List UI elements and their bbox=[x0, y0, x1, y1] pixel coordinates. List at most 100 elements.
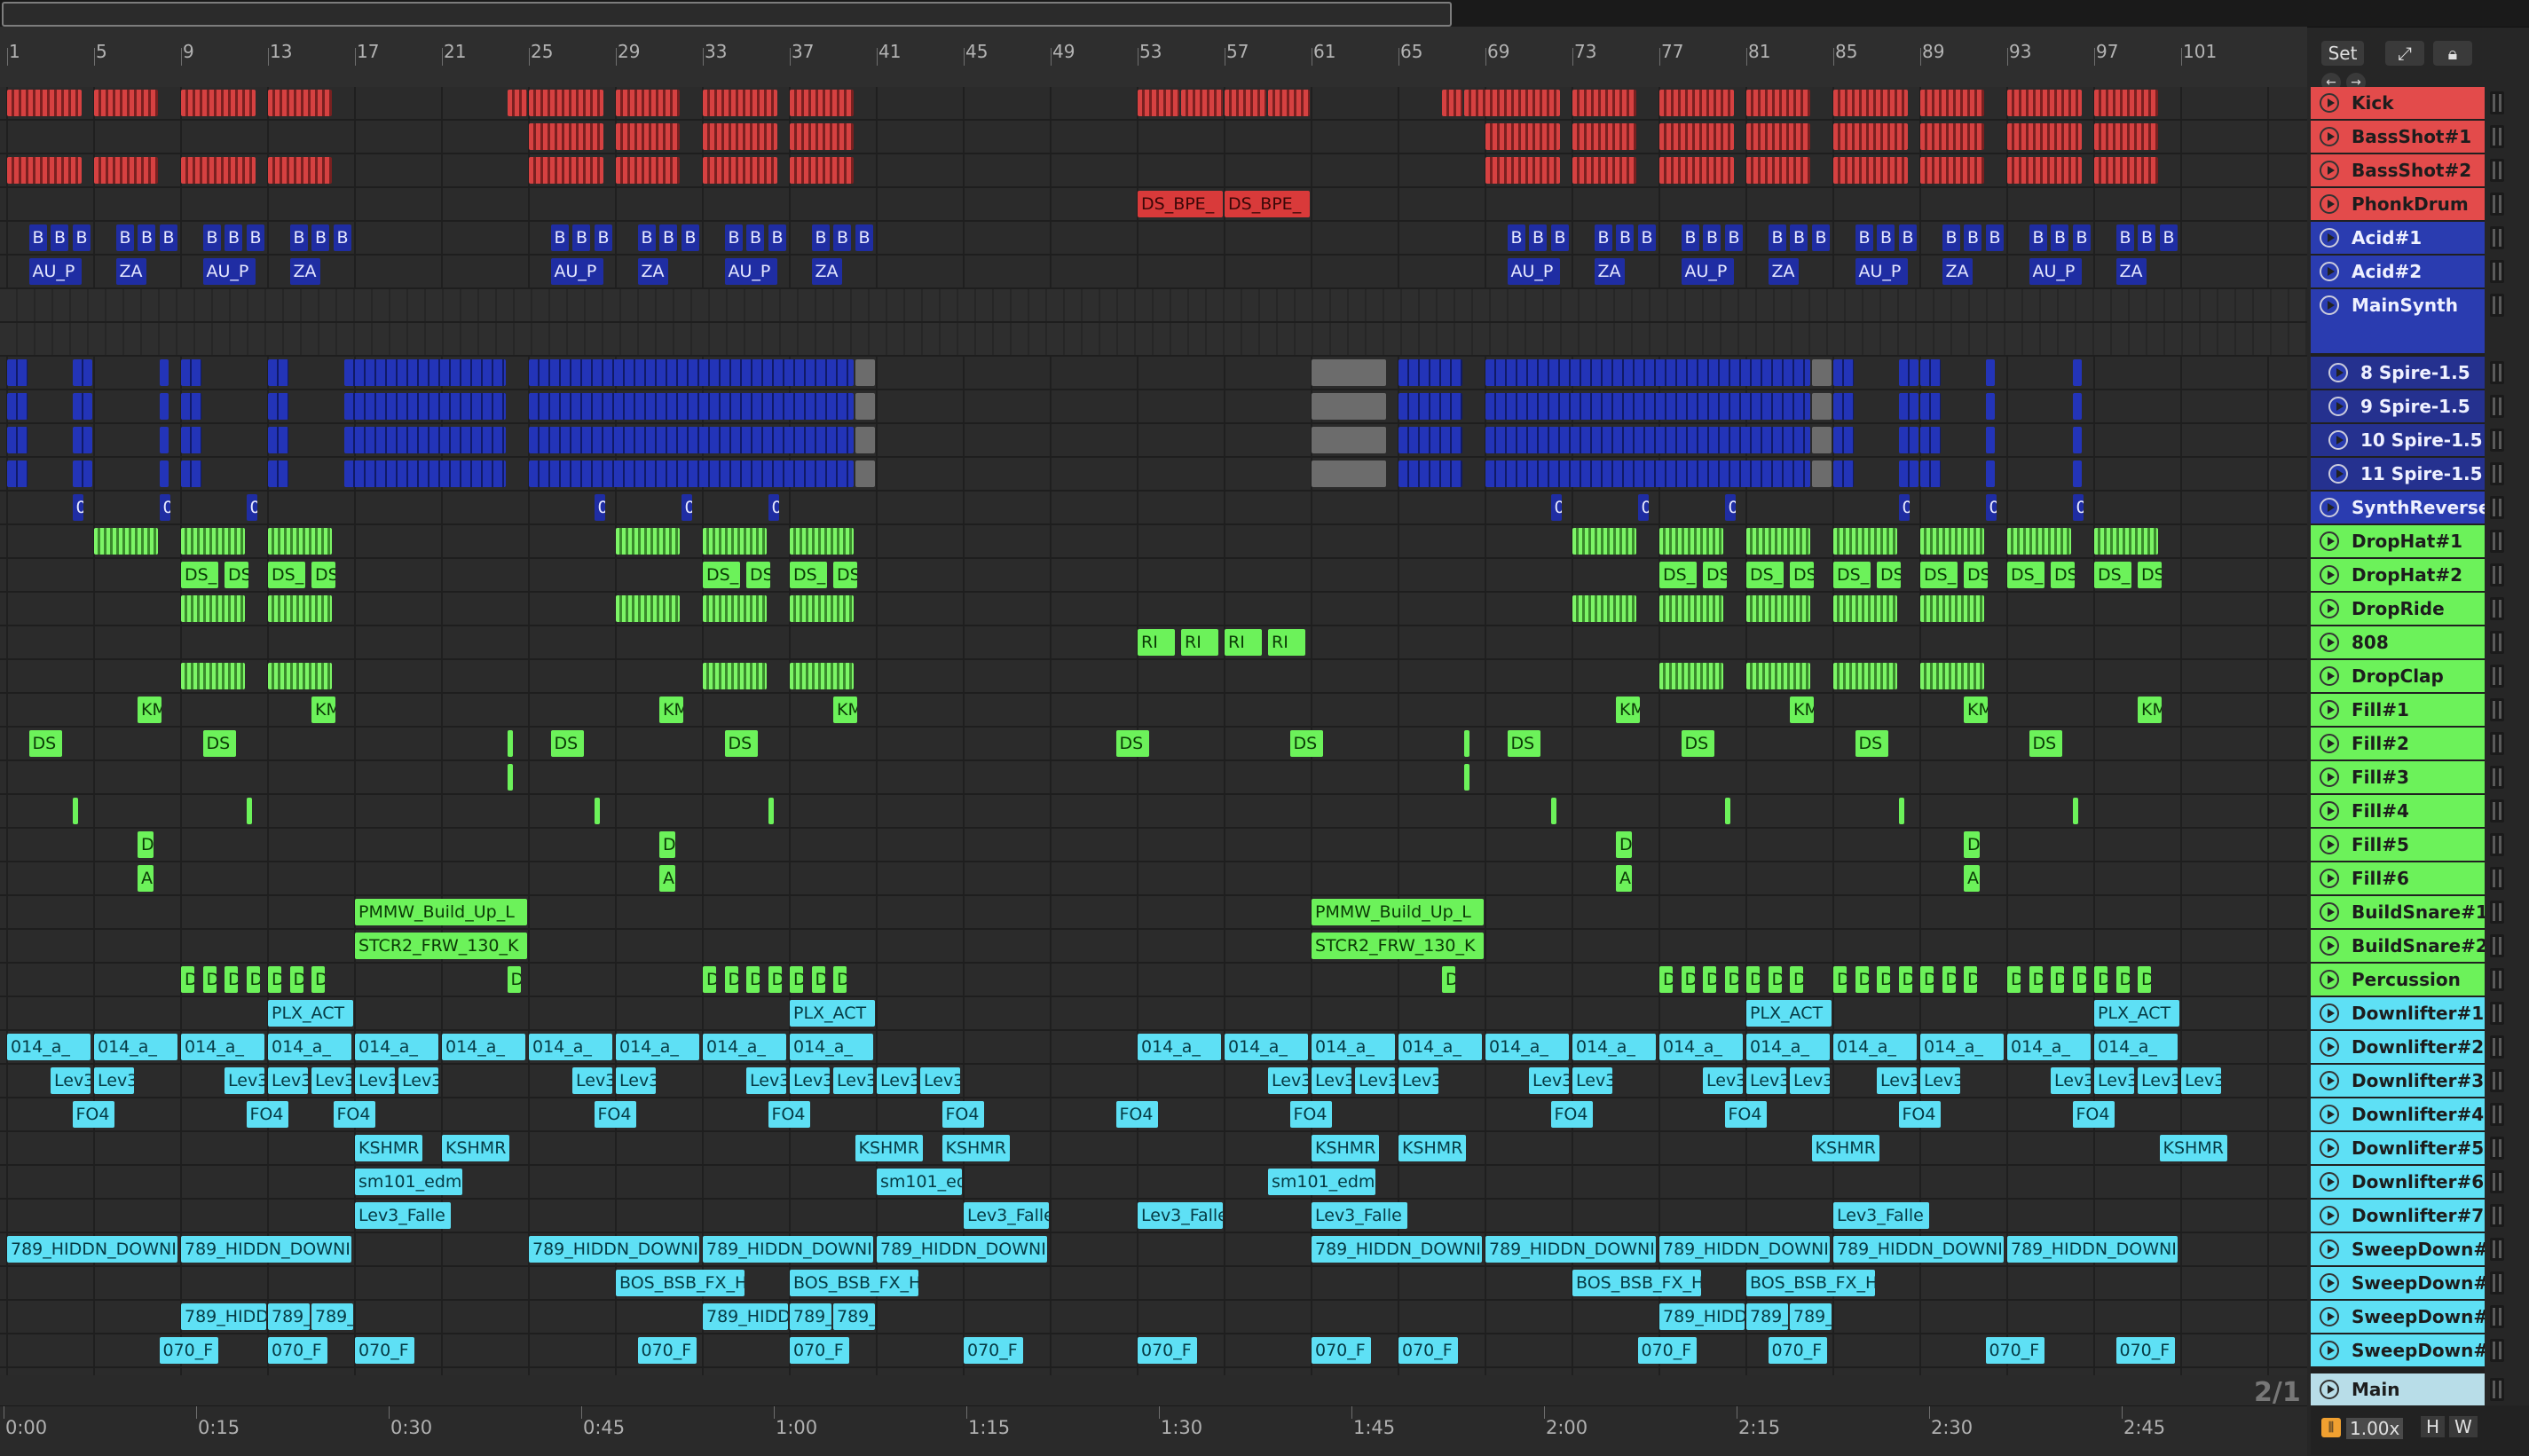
clip[interactable]: D bbox=[768, 966, 782, 993]
clip[interactable]: PLX_ACT bbox=[790, 1000, 875, 1027]
clip[interactable]: BOS_BSB_FX_Ha bbox=[1746, 1270, 1875, 1296]
clip[interactable]: Lev3_Falle bbox=[1138, 1202, 1223, 1229]
clip[interactable]: B bbox=[28, 224, 47, 251]
group-fold-icon[interactable] bbox=[2320, 295, 2339, 315]
clip[interactable]: B bbox=[311, 224, 330, 251]
clip[interactable] bbox=[1463, 764, 1469, 791]
track-header-downlifter-2[interactable]: Downlifter#2 bbox=[2311, 1031, 2485, 1063]
clip[interactable]: D bbox=[724, 966, 738, 993]
arrangement-scroll-strip[interactable] bbox=[0, 1375, 2307, 1405]
clip[interactable]: Lev3 bbox=[1877, 1067, 1917, 1094]
clip[interactable]: PLX_ACT bbox=[1746, 1000, 1832, 1027]
clip[interactable] bbox=[1659, 528, 1723, 555]
clip[interactable]: 0 bbox=[246, 494, 258, 521]
track-activator-icon[interactable] bbox=[2490, 833, 2504, 856]
clip[interactable] bbox=[1485, 393, 1810, 420]
clip[interactable] bbox=[1920, 157, 1984, 184]
clip[interactable] bbox=[1398, 359, 1462, 386]
clip[interactable] bbox=[790, 663, 854, 689]
clip[interactable] bbox=[1572, 528, 1636, 555]
clip[interactable]: 070_F bbox=[1637, 1337, 1698, 1364]
clip[interactable]: AI bbox=[1616, 865, 1632, 892]
clip[interactable] bbox=[268, 427, 288, 453]
clip[interactable]: FO4 bbox=[2072, 1101, 2115, 1128]
play-icon[interactable] bbox=[2328, 397, 2348, 416]
clip[interactable]: AU_P bbox=[724, 258, 777, 285]
clip[interactable] bbox=[343, 359, 506, 386]
clip[interactable]: 070_F bbox=[1985, 1337, 2045, 1364]
track-activator-icon[interactable] bbox=[2490, 1035, 2504, 1059]
clip[interactable] bbox=[1463, 90, 1560, 116]
clip[interactable]: Lev3 bbox=[2138, 1067, 2178, 1094]
track-header-phonkdrum[interactable]: PhonkDrum bbox=[2311, 188, 2485, 220]
clip[interactable]: 070_F bbox=[964, 1337, 1023, 1364]
track-activator-icon[interactable] bbox=[2490, 496, 2504, 519]
clip[interactable] bbox=[1485, 359, 1810, 386]
clip[interactable]: STCR2_FRW_130_K bbox=[1312, 933, 1484, 959]
clip[interactable]: B bbox=[637, 224, 656, 251]
track-activator-icon[interactable] bbox=[2490, 799, 2504, 822]
track-activator-icon[interactable] bbox=[2490, 732, 2504, 755]
clip[interactable] bbox=[1898, 460, 1918, 487]
clip[interactable] bbox=[703, 663, 767, 689]
clip[interactable]: DS_BPE_ bbox=[1138, 191, 1223, 217]
clip[interactable]: B bbox=[659, 224, 678, 251]
clip[interactable]: FO4 bbox=[1115, 1101, 1158, 1128]
bar-ruler[interactable]: 1 5 9 13 17 21 25 29 33 37 41 45 49 53 57 61 65 69 73 77 81 8… bbox=[0, 27, 2307, 108]
track-header-fill-4[interactable]: Fill#4 bbox=[2311, 795, 2485, 827]
clip[interactable]: B bbox=[594, 224, 612, 251]
clip[interactable]: Lev3_Falle bbox=[964, 1202, 1049, 1229]
clip[interactable]: Lev3 bbox=[2051, 1067, 2091, 1094]
clip[interactable]: Lev3 bbox=[1920, 1067, 1960, 1094]
clip[interactable] bbox=[2094, 123, 2158, 150]
clip[interactable]: sm101_edm bbox=[355, 1169, 462, 1195]
clip[interactable]: 789_HIDD bbox=[181, 1303, 266, 1330]
clip[interactable]: B bbox=[1681, 224, 1699, 251]
clip[interactable] bbox=[1985, 359, 1995, 386]
clip[interactable]: DS_ bbox=[746, 562, 771, 588]
clip[interactable] bbox=[507, 730, 513, 757]
track-lane[interactable] bbox=[0, 728, 2307, 761]
clip[interactable] bbox=[1833, 460, 1854, 487]
clip[interactable] bbox=[1833, 528, 1897, 555]
clip[interactable] bbox=[790, 528, 854, 555]
clip[interactable] bbox=[94, 90, 158, 116]
clip[interactable]: Lev3 bbox=[1268, 1067, 1308, 1094]
clip[interactable] bbox=[1398, 460, 1462, 487]
clip[interactable] bbox=[855, 393, 875, 420]
clip[interactable]: 789_HIDD bbox=[833, 1303, 875, 1330]
track-activator-icon[interactable] bbox=[2490, 968, 2504, 991]
track-header-downlifter-3[interactable]: Downlifter#3 bbox=[2311, 1065, 2485, 1097]
track-activator-icon[interactable] bbox=[2490, 462, 2504, 485]
clip[interactable]: AU_P bbox=[202, 258, 256, 285]
clip[interactable]: B bbox=[1703, 224, 1721, 251]
clip[interactable]: FO4 bbox=[1289, 1101, 1332, 1128]
clip[interactable]: 0 bbox=[2072, 494, 2084, 521]
clip[interactable]: Lev3 bbox=[94, 1067, 134, 1094]
clip[interactable] bbox=[507, 90, 527, 116]
clip[interactable] bbox=[1312, 460, 1386, 487]
clip[interactable] bbox=[703, 528, 767, 555]
track-activator-icon[interactable] bbox=[2490, 91, 2504, 114]
clip[interactable]: FO4 bbox=[941, 1101, 984, 1128]
clip[interactable]: KSHMR bbox=[1312, 1135, 1380, 1161]
bars-icon[interactable]: ⫼ bbox=[2321, 1418, 2341, 1437]
clip[interactable]: Lev3 bbox=[920, 1067, 960, 1094]
play-icon[interactable] bbox=[2320, 194, 2339, 214]
track-header-kick[interactable]: Kick bbox=[2311, 87, 2485, 119]
track-header-downlifter-1[interactable]: Downlifter#1 bbox=[2311, 997, 2485, 1029]
track-header-bassshot-2[interactable]: BassShot#2 bbox=[2311, 154, 2485, 186]
clip[interactable] bbox=[7, 359, 28, 386]
clip[interactable] bbox=[1920, 460, 1941, 487]
play-icon[interactable] bbox=[2320, 666, 2339, 686]
clip[interactable]: 070_F bbox=[1312, 1337, 1371, 1364]
clip[interactable] bbox=[1442, 90, 1462, 116]
play-icon[interactable] bbox=[2320, 1138, 2339, 1158]
clip[interactable]: B bbox=[1985, 224, 2004, 251]
clip[interactable] bbox=[181, 528, 245, 555]
clip[interactable]: 014_a_ bbox=[442, 1034, 525, 1060]
play-icon[interactable] bbox=[2328, 464, 2348, 484]
clip[interactable] bbox=[7, 157, 82, 184]
clip[interactable]: Lev3 bbox=[746, 1067, 786, 1094]
clip[interactable] bbox=[1225, 90, 1266, 116]
